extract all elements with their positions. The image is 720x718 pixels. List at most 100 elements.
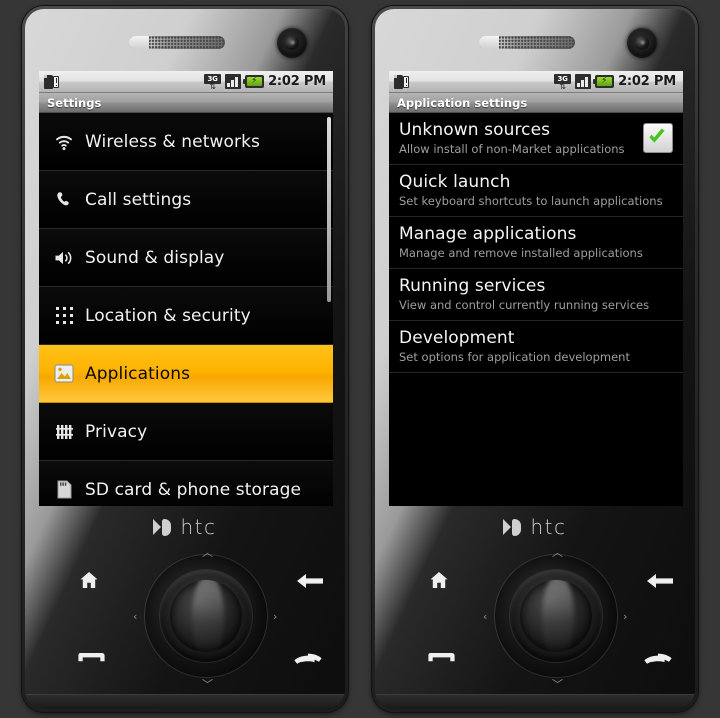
unknown-sources-checkbox[interactable] xyxy=(643,123,673,153)
page-title: Application settings xyxy=(397,95,528,110)
phone-screen-left: 3G ⇅ ⚡ 2:02 PM Settings Wireless & netwo… xyxy=(39,71,333,506)
hardware-button-pad: ︿ ﹀ ‹ › xyxy=(25,545,345,695)
list-item-title: Quick launch xyxy=(399,172,511,192)
status-bar-clock: 2:02 PM xyxy=(268,74,326,89)
sidebar-item-label: SD card & phone storage xyxy=(85,479,302,500)
call-key[interactable] xyxy=(427,651,455,663)
phone-screen-right: 3G ⇅ ⚡ 2:02 PM Application settings Unkn… xyxy=(389,71,683,506)
htc-brand-logo: htc xyxy=(375,513,695,541)
location-icon xyxy=(49,306,79,325)
checkmark-icon xyxy=(649,128,665,143)
list-item-quick-launch[interactable]: Quick launch Set keyboard shortcuts to l… xyxy=(389,165,683,217)
screenshot-stage: 3G ⇅ ⚡ 2:02 PM Settings Wireless & netwo… xyxy=(0,0,720,718)
status-bar-right-icons: 3G ⇅ ⚡ 2:02 PM xyxy=(204,73,328,90)
status-bar-left-icons xyxy=(394,74,409,90)
screen-title-bar: Settings xyxy=(39,93,333,113)
sidebar-item-applications[interactable]: Applications xyxy=(39,345,333,403)
dpad-up-icon: ︿ xyxy=(202,546,213,559)
sdcard-icon xyxy=(49,480,79,499)
phone-icon xyxy=(49,190,79,210)
device-top-hardware xyxy=(375,9,695,71)
dpad-right-icon: › xyxy=(273,610,278,623)
end-call-key[interactable] xyxy=(293,651,323,667)
back-key[interactable] xyxy=(647,573,673,589)
list-item-title: Development xyxy=(399,328,515,348)
device-front-face: 3G ⇅ ⚡ 2:02 PM Settings Wireless & netwo… xyxy=(25,9,345,709)
list-item-summary: Set options for application development xyxy=(399,350,630,364)
dpad-down-icon: ﹀ xyxy=(552,678,563,691)
device-front-face: 3G ⇅ ⚡ 2:02 PM Application settings Unkn… xyxy=(375,9,695,709)
dpad-direction-hints: ︿ ﹀ ‹ › xyxy=(483,547,627,690)
sidebar-item-location-security[interactable]: Location & security xyxy=(39,287,333,345)
phone-device-right: 3G ⇅ ⚡ 2:02 PM Application settings Unkn… xyxy=(372,6,698,712)
wifi-icon xyxy=(49,133,79,151)
dpad-left-icon: ‹ xyxy=(133,610,138,623)
back-key[interactable] xyxy=(297,573,323,589)
device-top-hardware xyxy=(25,9,345,71)
page-title: Settings xyxy=(47,95,102,110)
3g-data-icon: 3G ⇅ xyxy=(554,73,572,90)
hardware-button-pad: ︿ ﹀ ‹ › xyxy=(375,545,695,695)
dpad-down-icon: ﹀ xyxy=(202,678,213,691)
home-key[interactable] xyxy=(79,571,99,589)
application-settings-list[interactable]: Unknown sources Allow install of non-Mar… xyxy=(389,113,683,506)
apps-icon xyxy=(49,364,79,383)
sidebar-item-label: Privacy xyxy=(85,421,148,442)
phone-device-left: 3G ⇅ ⚡ 2:02 PM Settings Wireless & netwo… xyxy=(22,6,348,712)
list-item-title: Unknown sources xyxy=(399,120,551,140)
dpad-left-icon: ‹ xyxy=(483,610,488,623)
sd-card-warning-icon xyxy=(394,74,409,90)
htc-logo-mark xyxy=(503,518,525,536)
end-call-key[interactable] xyxy=(643,651,673,667)
signal-bars-icon xyxy=(575,74,592,89)
status-bar: 3G ⇅ ⚡ 2:02 PM xyxy=(389,71,683,93)
sidebar-item-sd-card-storage[interactable]: SD card & phone storage xyxy=(39,461,333,506)
sidebar-item-privacy[interactable]: Privacy xyxy=(39,403,333,461)
status-bar-left-icons xyxy=(44,74,59,90)
screen-title-bar: Application settings xyxy=(389,93,683,113)
home-key[interactable] xyxy=(429,571,449,589)
list-item-title: Manage applications xyxy=(399,224,577,244)
sidebar-item-wireless-networks[interactable]: Wireless & networks xyxy=(39,113,333,171)
list-item-development[interactable]: Development Set options for application … xyxy=(389,321,683,373)
htc-brand-logo: htc xyxy=(25,513,345,541)
list-item-unknown-sources[interactable]: Unknown sources Allow install of non-Mar… xyxy=(389,113,683,165)
dpad-right-icon: › xyxy=(623,610,628,623)
dpad-up-icon: ︿ xyxy=(552,546,563,559)
earpiece-speaker-grille xyxy=(479,36,575,49)
speaker-icon xyxy=(49,249,79,267)
settings-list[interactable]: Wireless & networks Call settings Sound … xyxy=(39,113,333,506)
list-item-summary: Manage and remove installed applications xyxy=(399,246,643,260)
list-scrollbar[interactable] xyxy=(327,117,331,302)
list-item-summary: View and control currently running servi… xyxy=(399,298,650,312)
htc-wordmark: htc xyxy=(530,515,567,539)
privacy-icon xyxy=(49,423,79,441)
earpiece-speaker-grille xyxy=(129,36,225,49)
list-item-summary: Allow install of non-Market applications xyxy=(399,142,625,156)
sidebar-item-label: Call settings xyxy=(85,189,192,210)
list-item-title: Running services xyxy=(399,276,546,296)
sidebar-item-label: Location & security xyxy=(85,305,251,326)
sidebar-item-label: Applications xyxy=(85,363,191,384)
status-bar: 3G ⇅ ⚡ 2:02 PM xyxy=(39,71,333,93)
status-bar-clock: 2:02 PM xyxy=(618,74,676,89)
call-key[interactable] xyxy=(77,651,105,663)
htc-wordmark: htc xyxy=(180,515,217,539)
front-camera-icon xyxy=(627,28,657,58)
list-item-manage-applications[interactable]: Manage applications Manage and remove in… xyxy=(389,217,683,269)
sidebar-item-label: Wireless & networks xyxy=(85,131,260,152)
dpad-direction-hints: ︿ ﹀ ‹ › xyxy=(133,547,277,690)
battery-charging-icon: ⚡ xyxy=(593,75,615,88)
list-item-summary: Set keyboard shortcuts to launch applica… xyxy=(399,194,663,208)
front-camera-icon xyxy=(277,28,307,58)
sidebar-item-sound-display[interactable]: Sound & display xyxy=(39,229,333,287)
3g-data-icon: 3G ⇅ xyxy=(204,73,222,90)
signal-bars-icon xyxy=(225,74,242,89)
battery-charging-icon: ⚡ xyxy=(243,75,265,88)
status-bar-right-icons: 3G ⇅ ⚡ 2:02 PM xyxy=(554,73,678,90)
list-item-running-services[interactable]: Running services View and control curren… xyxy=(389,269,683,321)
htc-logo-mark xyxy=(153,518,175,536)
sd-card-warning-icon xyxy=(44,74,59,90)
sidebar-item-call-settings[interactable]: Call settings xyxy=(39,171,333,229)
sidebar-item-label: Sound & display xyxy=(85,247,225,268)
